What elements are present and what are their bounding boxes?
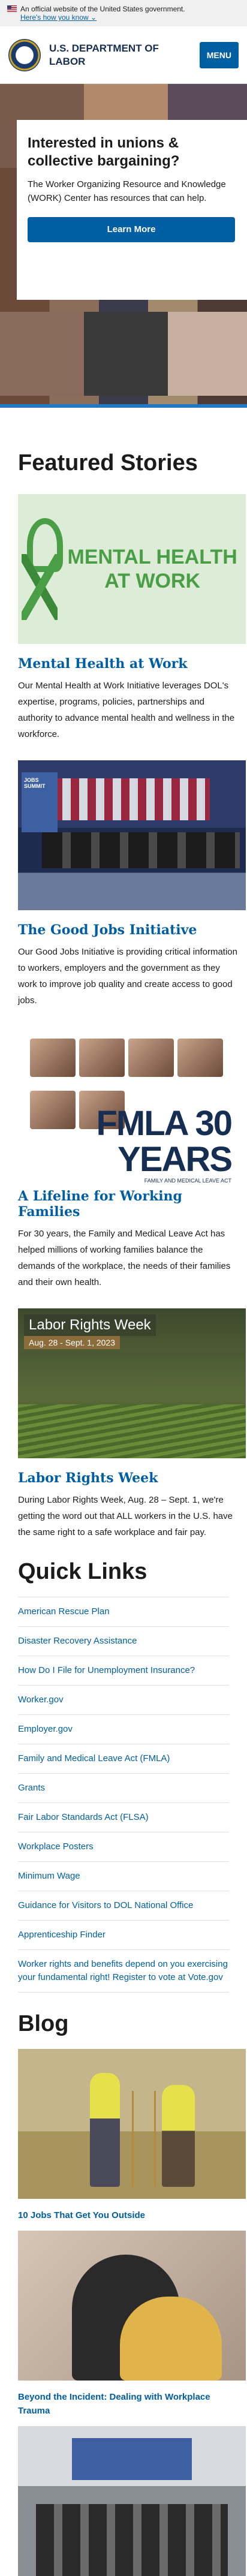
hero-title: Interested in unions & collective bargai… [28, 135, 180, 169]
quick-link[interactable]: Minimum Wage [18, 1862, 229, 1891]
hero-photo-5 [84, 312, 168, 396]
mental-health-image[interactable]: MENTAL HEALTH AT WORK [18, 494, 246, 644]
agency-name[interactable]: U.S. DEPARTMENT OF LABOR [49, 42, 175, 68]
worker-figure [90, 2073, 120, 2187]
story-title-labor-rights-week[interactable]: Labor Rights Week [18, 1470, 229, 1486]
dol-seal-logo[interactable] [8, 38, 41, 71]
story-text-labor-rights-week: During Labor Rights Week, Aug. 28 – Sept… [18, 1495, 233, 1537]
hero-photo-4 [0, 312, 84, 396]
fmla-photo [79, 1039, 125, 1077]
menu-button[interactable]: MENU [199, 41, 239, 68]
story-text-good-jobs: Our Good Jobs Initiative is providing cr… [18, 947, 237, 1006]
good-jobs-image[interactable]: JOBS SUMMIT [18, 760, 246, 910]
blog-post-link[interactable]: 10 Jobs That Get You Outside [18, 2208, 229, 2222]
blog-image-embrace[interactable] [18, 2231, 246, 2381]
quick-link[interactable]: Apprenticeship Finder [18, 1921, 229, 1950]
quick-link[interactable]: American Rescue Plan [18, 1597, 229, 1627]
worker-figure [162, 2085, 195, 2187]
survey-tripod [132, 2091, 156, 2187]
quick-link[interactable]: Workplace Posters [18, 1832, 229, 1862]
story-text-mental-health: Our Mental Health at Work Initiative lev… [18, 681, 235, 739]
story-title-mental-health[interactable]: Mental Health at Work [18, 656, 229, 672]
hero-text: The Worker Organizing Resource and Knowl… [28, 179, 226, 203]
fmla-logo: FMLA 30 YEARS FAMILY AND MEDICAL LEAVE A… [18, 1104, 233, 1184]
quick-link[interactable]: Worker.gov [18, 1686, 229, 1715]
blog-post-link[interactable]: Beyond the Incident: Dealing with Workpl… [18, 2390, 229, 2418]
story-text-fmla: For 30 years, the Family and Medical Lea… [18, 1229, 231, 1287]
fmla-photo [128, 1039, 174, 1077]
quick-link[interactable]: Fair Labor Standards Act (FLSA) [18, 1803, 229, 1832]
quick-links-heading: Quick Links [18, 1559, 147, 1584]
person-figure [120, 2297, 222, 2381]
blog-section: Blog 10 Jobs That Get You Outside Beyond… [0, 2011, 247, 2576]
blog-image-surveyors[interactable] [18, 2049, 246, 2199]
quick-link[interactable]: How Do I File for Unemployment Insurance… [18, 1656, 229, 1686]
flags-graphic [54, 778, 210, 820]
story-title-fmla[interactable]: A Lifeline for Working Families [18, 1188, 229, 1220]
learn-more-button[interactable]: Learn More [28, 217, 235, 242]
quick-link[interactable]: Guidance for Visitors to DOL National Of… [18, 1891, 229, 1921]
quick-link[interactable]: Disaster Recovery Assistance [18, 1627, 229, 1656]
quick-links-list: American Rescue Plan Disaster Recovery A… [18, 1597, 229, 1993]
blog-image-meeting[interactable] [18, 2426, 246, 2576]
gov-banner-text: An official website of the United States… [20, 5, 185, 13]
gov-banner: An official website of the United States… [0, 0, 247, 26]
story-title-good-jobs[interactable]: The Good Jobs Initiative [18, 922, 229, 938]
hero-card: Interested in unions & collective bargai… [17, 120, 247, 300]
how-you-know-link[interactable]: Here's how you know ⌄ [20, 13, 240, 22]
meeting-table [36, 2504, 228, 2576]
quick-link[interactable]: Grants [18, 1774, 229, 1803]
quick-link[interactable]: Employer.gov [18, 1715, 229, 1744]
quick-links-section: Quick Links American Rescue Plan Disaste… [0, 1558, 247, 1993]
featured-stories: Featured Stories MENTAL HEALTH AT WORK M… [0, 450, 247, 1540]
green-ribbon-icon [18, 518, 64, 620]
mental-health-image-text: MENTAL HEALTH AT WORK [67, 546, 237, 592]
labor-rights-week-image-date: Aug. 28 - Sept. 1, 2023 [24, 1336, 120, 1349]
jobs-summit-sign: JOBS SUMMIT [22, 772, 58, 832]
blog-heading: Blog [18, 2011, 69, 2036]
presentation-screen [72, 2438, 192, 2480]
hero-banner: Interested in unions & collective bargai… [0, 84, 247, 408]
fmla-image[interactable]: FMLA 30 YEARS FAMILY AND MEDICAL LEAVE A… [18, 1027, 246, 1184]
fmla-logo-text: FMLA 30 YEARS [96, 1104, 233, 1179]
panel-participants [42, 832, 240, 868]
labor-rights-week-image-title: Labor Rights Week [24, 1314, 156, 1336]
field-graphic [18, 1404, 246, 1458]
labor-rights-week-image[interactable]: Labor Rights Week Aug. 28 - Sept. 1, 202… [18, 1308, 246, 1458]
hero-photo-6 [168, 312, 247, 396]
hero-accent-bar [0, 404, 247, 408]
quick-link-vote[interactable]: Worker rights and benefits depend on you… [18, 1950, 229, 1993]
fmla-photo [30, 1039, 76, 1077]
fmla-photo [177, 1039, 223, 1077]
featured-heading: Featured Stories [18, 450, 198, 476]
us-flag-icon [7, 5, 17, 12]
site-header: U.S. DEPARTMENT OF LABOR MENU [0, 26, 247, 84]
quick-link[interactable]: Family and Medical Leave Act (FMLA) [18, 1744, 229, 1774]
